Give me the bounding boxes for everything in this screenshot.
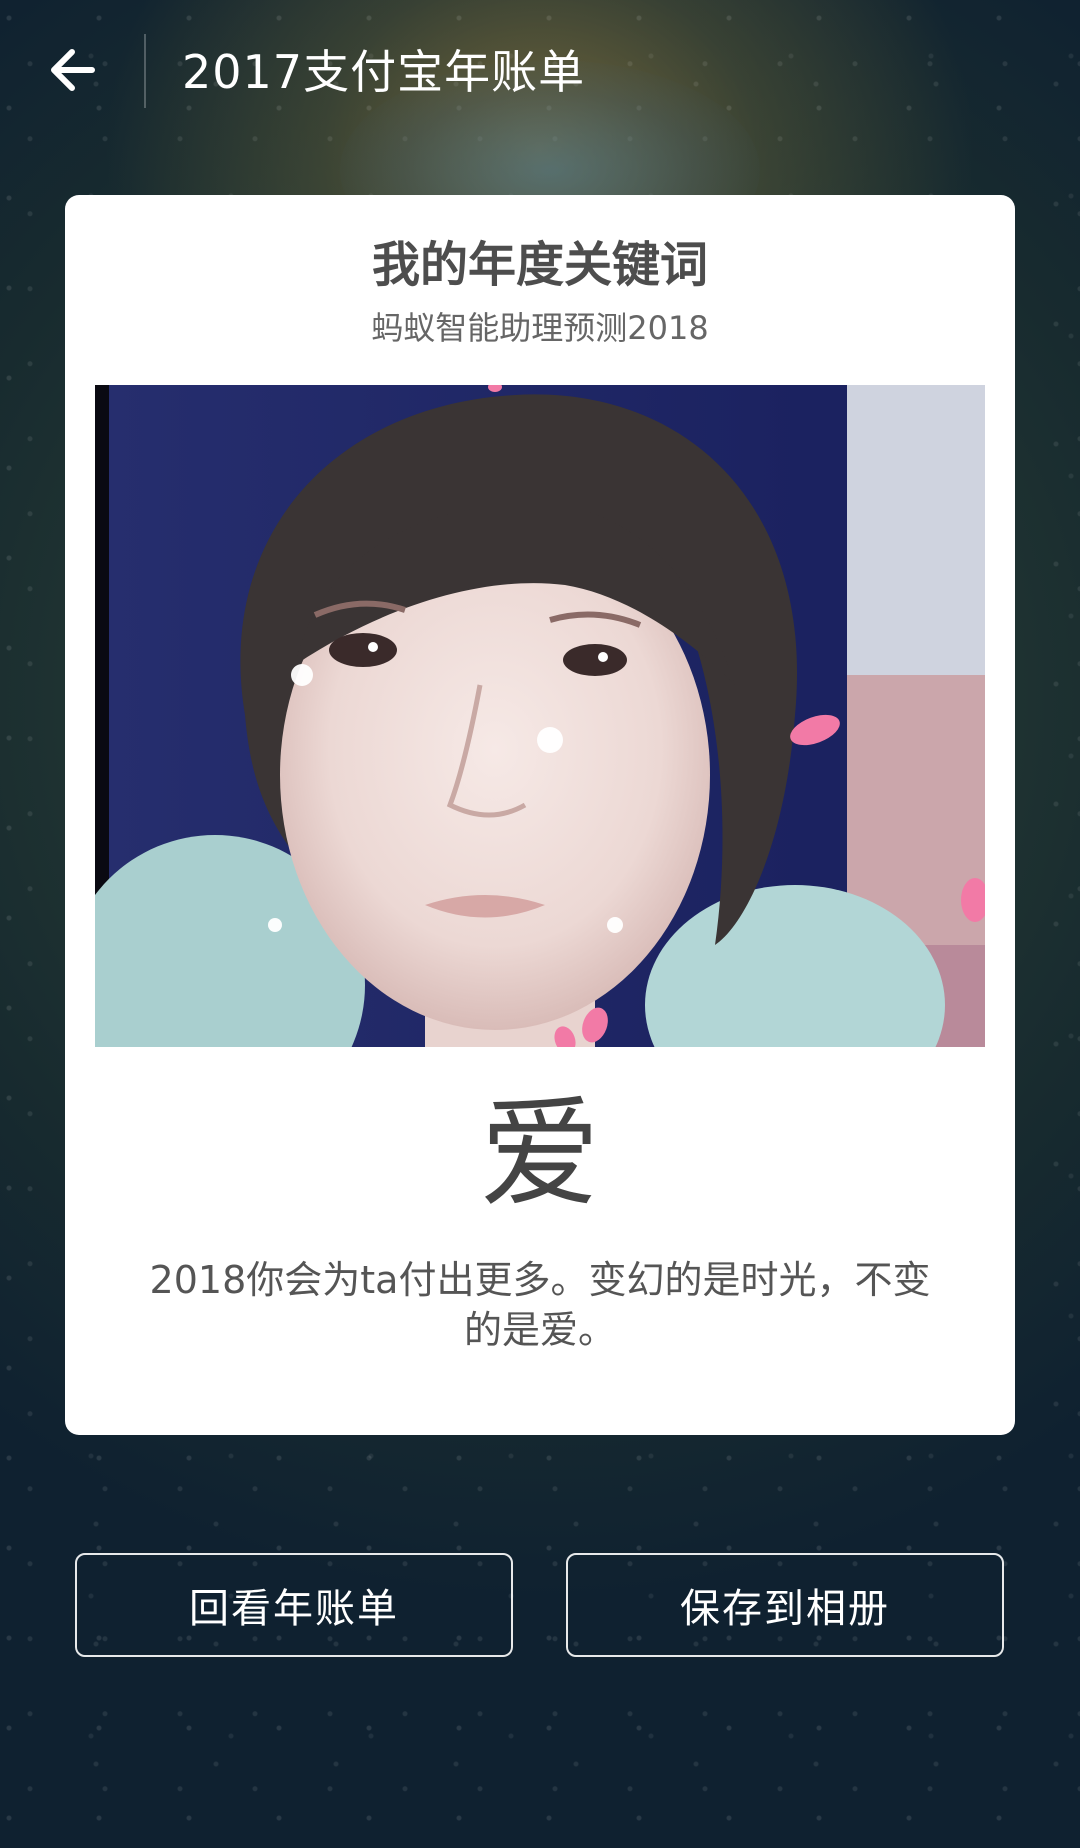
header-divider [144, 34, 146, 108]
keyword-description: 2018你会为ta付出更多。变幻的是时光，不变的是爱。 [149, 1258, 931, 1352]
portrait-illustration [95, 385, 985, 1047]
save-to-album-button[interactable]: 保存到相册 [566, 1553, 1004, 1657]
user-photo [95, 385, 985, 1047]
annual-keyword: 爱 [480, 1085, 600, 1224]
back-button[interactable] [40, 38, 104, 102]
top-bar: 2017支付宝年账单 [0, 0, 1080, 145]
card-title: 我的年度关键词 [371, 237, 708, 293]
annual-keyword-card: 我的年度关键词 蚂蚁智能助理预测2018 爱 2018你会为ta付出更多。变幻的… [65, 195, 1015, 1435]
page-title: 2017支付宝年账单 [182, 45, 586, 99]
card-subtitle: 蚂蚁智能助理预测2018 [371, 309, 709, 347]
arrow-left-icon [51, 49, 95, 91]
review-bill-button[interactable]: 回看年账单 [75, 1553, 513, 1657]
